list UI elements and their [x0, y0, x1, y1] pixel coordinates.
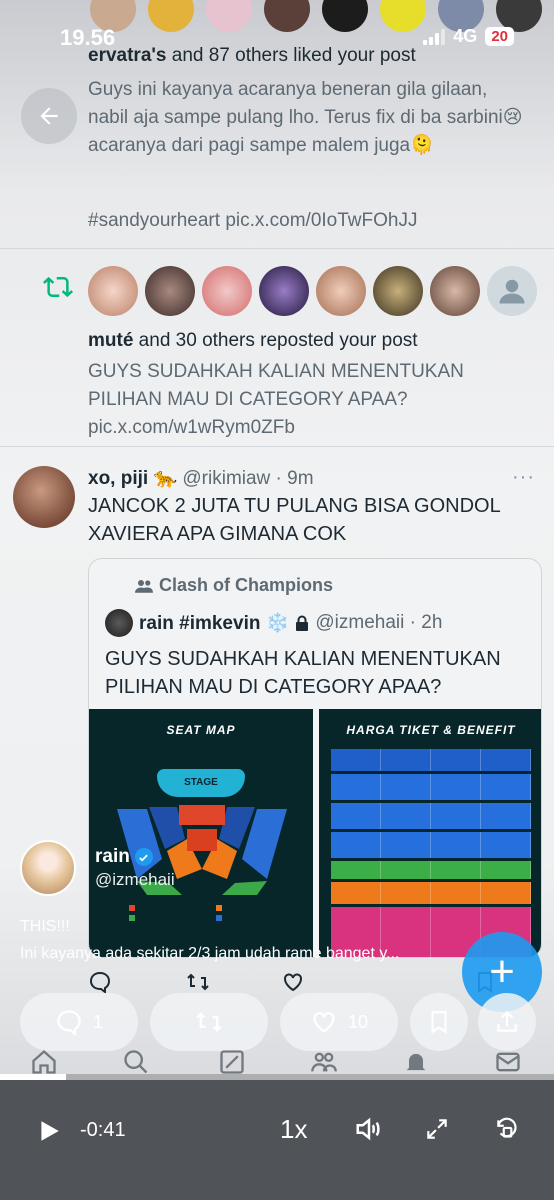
reply-count: 1 — [92, 1011, 103, 1032]
signal-icon — [423, 28, 446, 45]
like-icon[interactable] — [281, 970, 305, 994]
ticket-price-image[interactable]: HARGA TIKET & BENEFIT — [319, 709, 541, 957]
ticket-price-title: HARGA TIKET & BENEFIT — [346, 723, 516, 737]
reply-handle-time: @rikimiaw · 9m — [177, 468, 314, 489]
avatar[interactable] — [430, 266, 480, 316]
fullscreen-icon[interactable] — [424, 1116, 450, 1142]
divider — [0, 248, 554, 249]
battery-indicator: 20 — [485, 27, 514, 46]
avatar[interactable] — [373, 266, 423, 316]
playback-speed-button[interactable]: 1x — [280, 1114, 307, 1145]
repost-notification-text: and 30 others reposted your post — [133, 330, 418, 351]
repost-icon — [43, 276, 73, 298]
avatar[interactable] — [259, 266, 309, 316]
communities-icon[interactable] — [310, 1048, 338, 1076]
reply-header: xo, piji 🐆 @rikimiaw · 9m — [88, 466, 314, 490]
avatar[interactable] — [202, 266, 252, 316]
reply-text: JANCOK 2 JUTA TU PULANG BISA GONDOL XAVI… — [88, 495, 500, 545]
quoted-author-avatar — [105, 609, 133, 637]
avatar[interactable] — [145, 266, 195, 316]
more-options-icon[interactable]: ··· — [512, 466, 535, 489]
search-icon[interactable] — [122, 1048, 150, 1076]
verified-icon — [134, 848, 153, 866]
avatar[interactable] — [88, 266, 138, 316]
community-icon — [135, 579, 153, 593]
reply-icon[interactable] — [88, 970, 112, 994]
seat-map-image[interactable]: SEAT MAP STAGE — [89, 709, 313, 957]
arrow-left-icon — [40, 107, 58, 125]
home-icon[interactable] — [30, 1048, 58, 1076]
grok-icon[interactable] — [218, 1048, 246, 1076]
tweet-caption-line2[interactable]: Ini kayanya ada sekitar 2/3 jam udah ram… — [20, 945, 530, 963]
rotate-icon[interactable] — [494, 1116, 520, 1142]
community-label: Clash of Champions — [135, 575, 333, 596]
share-icon — [497, 1010, 517, 1032]
repost-icon — [196, 1012, 222, 1032]
author-name: rain — [95, 846, 130, 867]
back-button[interactable] — [21, 88, 77, 144]
volume-icon[interactable] — [354, 1114, 384, 1144]
seat-legend — [129, 905, 299, 921]
liked-post-link[interactable]: #sandyourheart pic.x.com/0IoTwFOhJJ — [88, 210, 417, 232]
repost-notification[interactable]: muté and 30 others reposted your post — [88, 330, 418, 352]
video-frame[interactable]: 19.56 4G 20 ervatra's and 87 others like… — [0, 0, 554, 1080]
lock-icon — [296, 615, 309, 631]
status-time: 19.56 — [60, 25, 116, 50]
quoted-tweet-header: rain #imkevin ❄️ @izmehaii · 2h — [105, 609, 442, 637]
quoted-handle-time: @izmehaii · 2h — [315, 612, 443, 633]
repost-icon[interactable] — [186, 970, 210, 994]
bookmark-icon — [431, 1011, 447, 1034]
play-icon[interactable] — [36, 1118, 62, 1144]
reply-author-name[interactable]: xo, piji 🐆 — [88, 468, 177, 489]
seat-map-title: SEAT MAP — [166, 723, 236, 737]
quoted-tweet-card[interactable]: Clash of Champions rain #imkevin ❄️ @izm… — [88, 558, 542, 958]
author-handle: @izmehaii — [95, 870, 175, 889]
tweet-caption-line1: THIS!!! — [20, 918, 70, 935]
author-name-row[interactable]: rain — [95, 846, 153, 868]
reposted-post-text: GUYS SUDAHKAH KALIAN MENENTUKAN PILIHAN … — [88, 361, 464, 438]
quoted-tweet-text: GUYS SUDAHKAH KALIAN MENENTUKAN PILIHAN … — [105, 648, 501, 698]
default-avatar[interactable] — [487, 266, 537, 316]
reply-author-avatar[interactable] — [13, 466, 75, 528]
notifications-icon[interactable] — [402, 1048, 430, 1076]
community-name: Clash of Champions — [159, 575, 334, 595]
person-icon — [499, 279, 525, 304]
quoted-author-name: rain #imkevin ❄️ — [139, 613, 290, 634]
time-remaining: -0:41 — [80, 1119, 126, 1141]
author-avatar[interactable] — [20, 840, 76, 896]
price-table — [331, 749, 531, 957]
stage-label: STAGE — [157, 769, 245, 797]
reposter-name: muté — [88, 330, 134, 351]
avatar[interactable] — [316, 266, 366, 316]
liked-post-text: Guys ini kayanya acaranya beneran gila g… — [88, 79, 523, 156]
reposter-avatars — [88, 266, 537, 316]
divider — [0, 446, 554, 447]
network-type: 4G — [453, 26, 478, 46]
reply-icon — [57, 1010, 81, 1036]
status-bar: 19.56 4G 20 — [0, 0, 554, 70]
heart-icon — [313, 1012, 335, 1033]
messages-icon[interactable] — [494, 1048, 522, 1076]
like-count: 10 — [347, 1011, 369, 1032]
